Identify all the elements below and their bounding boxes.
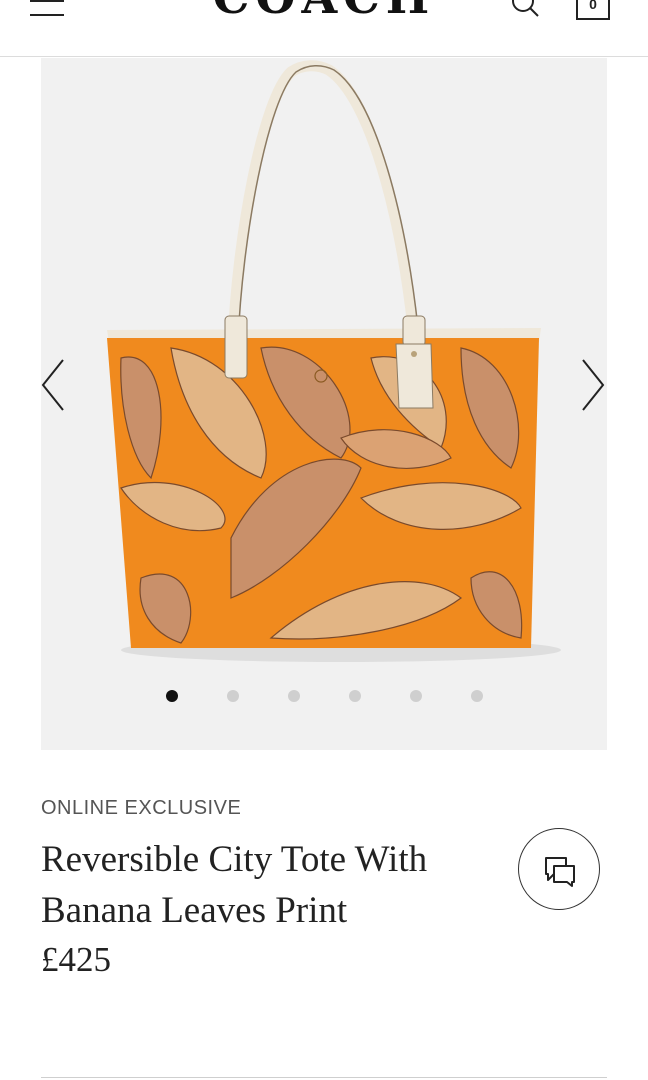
product-image (107, 60, 561, 662)
brand-logo[interactable]: COACH (0, 0, 648, 24)
shopping-bag-icon[interactable]: 0 (576, 0, 610, 20)
carousel-dots (41, 688, 607, 704)
chevron-left-icon[interactable] (41, 350, 75, 420)
search-icon[interactable] (508, 0, 542, 22)
chat-bubbles-icon (545, 857, 575, 887)
carousel-dot[interactable] (288, 690, 300, 702)
carousel-dot[interactable] (471, 690, 483, 702)
bag-count: 0 (589, 0, 597, 12)
carousel-dot[interactable] (410, 690, 422, 702)
carousel-dot[interactable] (227, 690, 239, 702)
chevron-right-icon[interactable] (571, 350, 607, 420)
chat-button[interactable] (518, 828, 600, 910)
site-header: COACH 0 (0, 0, 648, 57)
product-price: £425 (41, 940, 111, 979)
section-divider (41, 1077, 607, 1078)
product-title: Reversible City Tote With Banana Leaves … (41, 839, 428, 931)
carousel-dot[interactable] (349, 690, 361, 702)
online-exclusive-badge: ONLINE EXCLUSIVE (41, 797, 242, 819)
carousel-dot[interactable] (166, 690, 178, 702)
product-gallery[interactable] (41, 58, 607, 750)
